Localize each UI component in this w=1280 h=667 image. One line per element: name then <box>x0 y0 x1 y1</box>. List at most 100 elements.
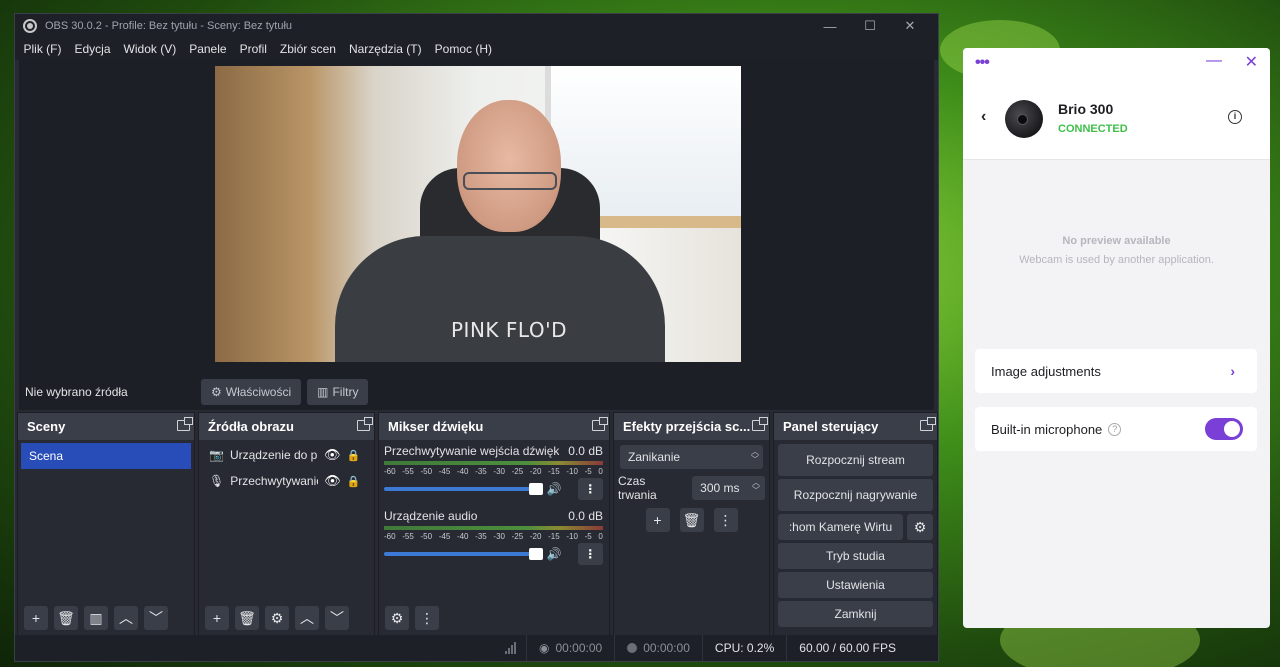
visibility-eye-icon[interactable]: 👁 <box>324 473 341 489</box>
webcam-device-image <box>1005 100 1043 138</box>
no-source-label: Nie wybrano źródła <box>25 385 128 399</box>
remove-scene-button[interactable]: 🗑 <box>54 606 78 630</box>
maximize-icon[interactable]: ☐ <box>850 14 890 38</box>
sources-footer: + 🗑 ⚙ ︿ ﹀ <box>199 601 374 635</box>
minimize-icon[interactable]: — <box>810 14 850 38</box>
info-icon[interactable]: i <box>1228 110 1242 124</box>
menubar: Plik (F) Edycja Widok (V) Panele Profil … <box>15 38 938 60</box>
preview-area[interactable]: PINK FLO'D <box>19 60 934 382</box>
filters-button[interactable]: ▥ Filtry <box>307 379 369 405</box>
channel-menu-button[interactable]: ⋮ <box>577 478 603 500</box>
undock-icon[interactable] <box>920 417 936 431</box>
meter-ticks: -60 -55 -50 -45 -40 -35 -30 -25 -20 -15 … <box>384 467 603 477</box>
speaker-icon[interactable]: 🔊 <box>547 482 562 496</box>
exit-button[interactable]: Zamknij <box>778 601 933 627</box>
lock-icon[interactable]: 🔒 <box>346 449 360 462</box>
lock-icon[interactable]: 🔒 <box>347 475 361 488</box>
meter-ticks: -60 -55 -50 -45 -40 -35 -30 -25 -20 -15 … <box>384 532 603 542</box>
properties-label: Właściwości <box>225 385 292 399</box>
speaker-icon[interactable]: 🔊 <box>547 547 562 561</box>
channel-menu-button[interactable]: ⋮ <box>577 543 603 565</box>
undock-icon[interactable] <box>752 417 768 431</box>
controls-title: Panel sterujący <box>783 419 879 434</box>
device-name: Brio 300 <box>1058 101 1114 117</box>
minimize-icon[interactable]: — <box>1206 52 1222 70</box>
remove-source-button[interactable]: 🗑 <box>235 606 259 630</box>
start-stream-button[interactable]: Rozpocznij stream <box>778 444 933 476</box>
start-virtual-camera-button[interactable]: :hom Kamerę Wirtu <box>778 514 903 540</box>
volume-slider[interactable] <box>384 548 543 560</box>
record-status: 00:00:00 <box>614 635 702 661</box>
more-options-icon[interactable]: ••• <box>975 54 990 72</box>
move-down-button[interactable]: ﹀ <box>325 606 349 630</box>
scene-filters-button[interactable]: ▥ <box>84 606 108 630</box>
virtual-camera-settings-gear-icon[interactable]: ⚙ <box>907 514 933 540</box>
move-up-button[interactable]: ︿ <box>114 606 138 630</box>
tick: -5 <box>584 467 592 476</box>
transition-select[interactable]: Zanikanie ︿ ﹀ <box>620 445 763 469</box>
chevron-right-icon: › <box>1230 363 1235 379</box>
tick: -60 <box>384 467 396 476</box>
logi-tune-window: ••• — ✕ ‹ Brio 300 CONNECTED i No previe… <box>963 48 1270 628</box>
mixer-dock-header: Mikser dźwięku <box>379 413 609 440</box>
microphone-toggle[interactable] <box>1205 418 1243 440</box>
tick: -40 <box>456 532 469 541</box>
add-scene-button[interactable]: + <box>24 606 48 630</box>
source-item[interactable]: 📷 Urządzenie do przechwytywania 👁 🔒 <box>199 442 374 468</box>
remove-transition-button[interactable]: 🗑 <box>679 508 704 532</box>
studio-mode-button[interactable]: Tryb studia <box>778 543 933 569</box>
back-chevron-icon[interactable]: ‹ <box>981 108 986 126</box>
menu-help[interactable]: Pomoc (H) <box>428 42 498 56</box>
add-transition-button[interactable]: + <box>645 508 670 532</box>
controls-dock-header: Panel sterujący <box>774 413 937 440</box>
close-icon[interactable]: ✕ <box>1245 52 1258 72</box>
move-down-button[interactable]: ﹀ <box>144 606 168 630</box>
menu-edit[interactable]: Edycja <box>68 42 117 56</box>
preview-table-bg <box>595 216 741 228</box>
menu-tools[interactable]: Narzędzia (T) <box>342 42 428 56</box>
updown-chevron-icon[interactable]: ︿ ﹀ <box>752 479 760 495</box>
undock-icon[interactable] <box>592 417 608 431</box>
image-adjustments-label: Image adjustments <box>991 363 1101 379</box>
close-icon[interactable]: ✕ <box>890 14 930 38</box>
sources-dock-header: Źródła obrazu <box>199 413 374 440</box>
preview-person-body <box>335 236 665 362</box>
settings-button[interactable]: Ustawienia <box>778 572 933 598</box>
menu-profile[interactable]: Profil <box>233 42 273 56</box>
transition-buttons: + 🗑 ⋮ <box>614 508 769 532</box>
tick: -10 <box>566 532 578 541</box>
gear-icon: ⚙ <box>211 385 222 399</box>
scene-list-item[interactable]: Scena <box>21 443 191 469</box>
duration-value: 300 ms <box>700 481 740 495</box>
webcam-preview[interactable]: PINK FLO'D <box>215 66 741 362</box>
mixer-menu-button[interactable]: ⋮ <box>415 606 439 630</box>
menu-scene-collection[interactable]: Zbiór scen <box>273 42 342 56</box>
transition-selected: Zanikanie <box>628 450 681 464</box>
source-item[interactable]: 🎙 Przechwytywanie wejścia dźwięku 👁 🔒 <box>199 468 374 494</box>
slider-handle[interactable] <box>528 483 543 495</box>
tick: -35 <box>475 532 487 541</box>
transition-menu-button[interactable]: ⋮ <box>713 508 738 532</box>
undock-icon[interactable] <box>177 417 193 431</box>
menu-view[interactable]: Widok (V) <box>117 42 183 56</box>
source-properties-button[interactable]: ⚙ <box>265 606 289 630</box>
tick: -35 <box>475 467 487 476</box>
undock-icon[interactable] <box>357 417 373 431</box>
menu-docks[interactable]: Panele <box>183 42 233 56</box>
properties-button[interactable]: ⚙ Właściwości <box>201 379 302 405</box>
tick: 0 <box>598 532 603 541</box>
advanced-audio-button[interactable]: ⚙ <box>385 606 409 630</box>
tick: -60 <box>384 532 396 541</box>
duration-input[interactable]: 300 ms ︿ ﹀ <box>692 476 765 500</box>
menu-file[interactable]: Plik (F) <box>17 42 68 56</box>
visibility-eye-icon[interactable]: 👁 <box>324 447 341 463</box>
move-up-button[interactable]: ︿ <box>295 606 319 630</box>
add-source-button[interactable]: + <box>205 606 229 630</box>
tick: -25 <box>511 467 524 476</box>
tick: -55 <box>402 532 414 541</box>
volume-slider[interactable] <box>384 483 543 495</box>
help-icon[interactable]: ? <box>1108 422 1122 436</box>
image-adjustments-row[interactable]: Image adjustments › <box>975 349 1257 393</box>
slider-handle[interactable] <box>528 548 543 560</box>
start-recording-button[interactable]: Rozpocznij nagrywanie <box>778 479 933 511</box>
